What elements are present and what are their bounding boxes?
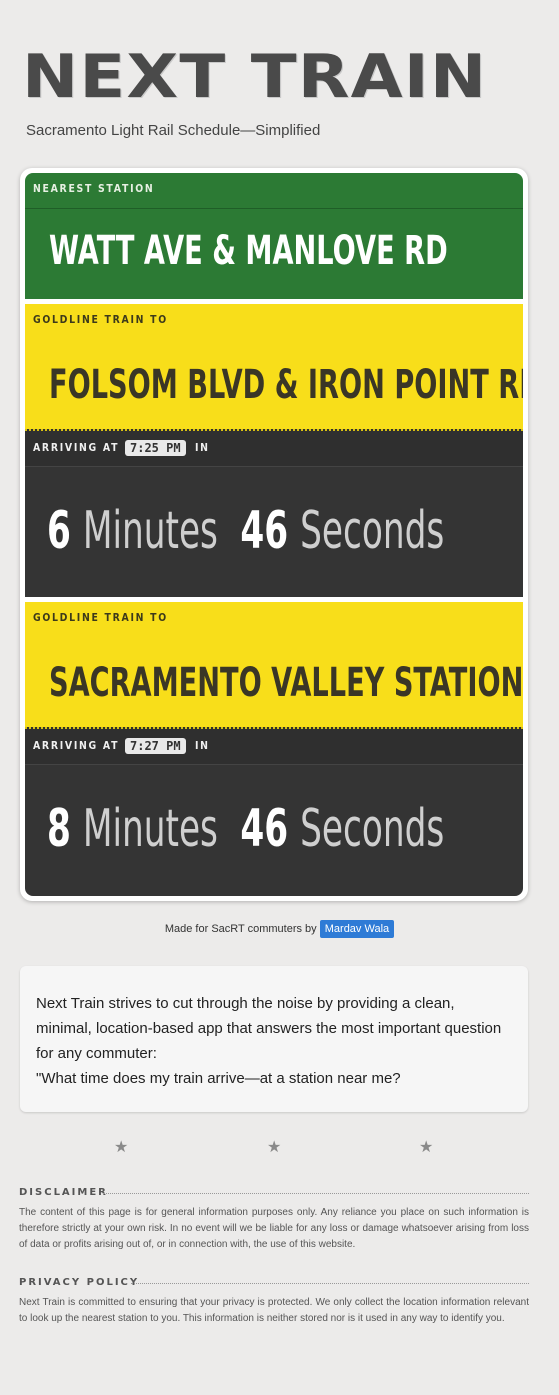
nearest-station-section: NEAREST STATION WATT AVE & MANLOVE RD <box>25 173 523 299</box>
arriving-label: ARRIVING AT <box>33 739 120 752</box>
train-label: GOLDLINE TRAIN TO <box>33 611 168 624</box>
countdown-minutes-unit: Minutes <box>82 501 218 561</box>
countdown-seconds: 46 <box>240 501 289 561</box>
arrival-time: 7:27 PM <box>125 738 186 754</box>
arrival-bar: ARRIVING AT 7:25 PM IN <box>25 429 523 466</box>
arriving-label: ARRIVING AT <box>33 441 120 454</box>
countdown-seconds-unit: Seconds <box>300 501 445 561</box>
countdown-section: 6 Minutes 46 Seconds <box>25 466 523 598</box>
dotted-divider <box>131 1283 529 1284</box>
star-icon: ★ <box>114 1139 129 1156</box>
dotted-divider <box>103 1193 529 1194</box>
disclaimer-text: The content of this page is for general … <box>19 1207 529 1250</box>
nearest-station-label: NEAREST STATION <box>33 182 155 195</box>
divider <box>25 208 523 209</box>
schedule-board: NEAREST STATION WATT AVE & MANLOVE RD GO… <box>20 168 528 901</box>
about-quote: "What time does my train arrive—at a sta… <box>36 1070 401 1087</box>
train-destination-section: GOLDLINE TRAIN TO FOLSOM BLVD & IRON POI… <box>25 304 523 429</box>
train-destination-section: GOLDLINE TRAIN TO SACRAMENTO VALLEY STAT… <box>25 602 523 727</box>
countdown-minutes: 6 <box>47 501 71 561</box>
disclaimer-heading: DISCLAIMER <box>19 1187 529 1198</box>
star-icon: ★ <box>267 1139 282 1156</box>
privacy-text: Next Train is committed to ensuring that… <box>19 1297 529 1324</box>
in-label: IN <box>195 739 210 752</box>
nearest-station-name[interactable]: WATT AVE & MANLOVE RD <box>49 228 448 274</box>
countdown-minutes-unit: Minutes <box>82 799 218 859</box>
star-icon: ★ <box>419 1139 434 1156</box>
privacy-heading: PRIVACY POLICY <box>19 1277 529 1288</box>
countdown-seconds: 46 <box>240 799 289 859</box>
credit-line: Made for SacRT commuters by Mardav Wala <box>0 920 559 938</box>
privacy-title: PRIVACY POLICY <box>19 1277 140 1288</box>
about-text: Next Train strives to cut through the no… <box>36 991 506 1091</box>
credit-text: Made for SacRT commuters by <box>164 923 317 935</box>
page: NEXT TRAIN Sacramento Light Rail Schedul… <box>0 0 559 1395</box>
tagline: Sacramento Light Rail Schedule—Simplifie… <box>26 122 321 139</box>
train-label: GOLDLINE TRAIN TO <box>33 313 168 326</box>
countdown-section: 8 Minutes 46 Seconds <box>25 764 523 896</box>
in-label: IN <box>195 441 210 454</box>
train-destination: SACRAMENTO VALLEY STATION <box>49 660 523 706</box>
countdown-timer: 8 Minutes 46 Seconds <box>47 799 444 859</box>
train-destination: FOLSOM BLVD & IRON POINT RD <box>49 362 523 408</box>
disclaimer-title: DISCLAIMER <box>19 1187 108 1198</box>
arrival-time: 7:25 PM <box>125 440 186 456</box>
countdown-seconds-unit: Seconds <box>300 799 445 859</box>
app-logo[interactable]: NEXT TRAIN <box>22 46 487 108</box>
author-link[interactable]: Mardav Wala <box>319 920 395 938</box>
arrival-bar: ARRIVING AT 7:27 PM IN <box>25 727 523 764</box>
countdown-timer: 6 Minutes 46 Seconds <box>47 501 444 561</box>
about-description: Next Train strives to cut through the no… <box>36 995 502 1062</box>
about-panel: Next Train strives to cut through the no… <box>20 966 528 1112</box>
countdown-minutes: 8 <box>47 799 71 859</box>
